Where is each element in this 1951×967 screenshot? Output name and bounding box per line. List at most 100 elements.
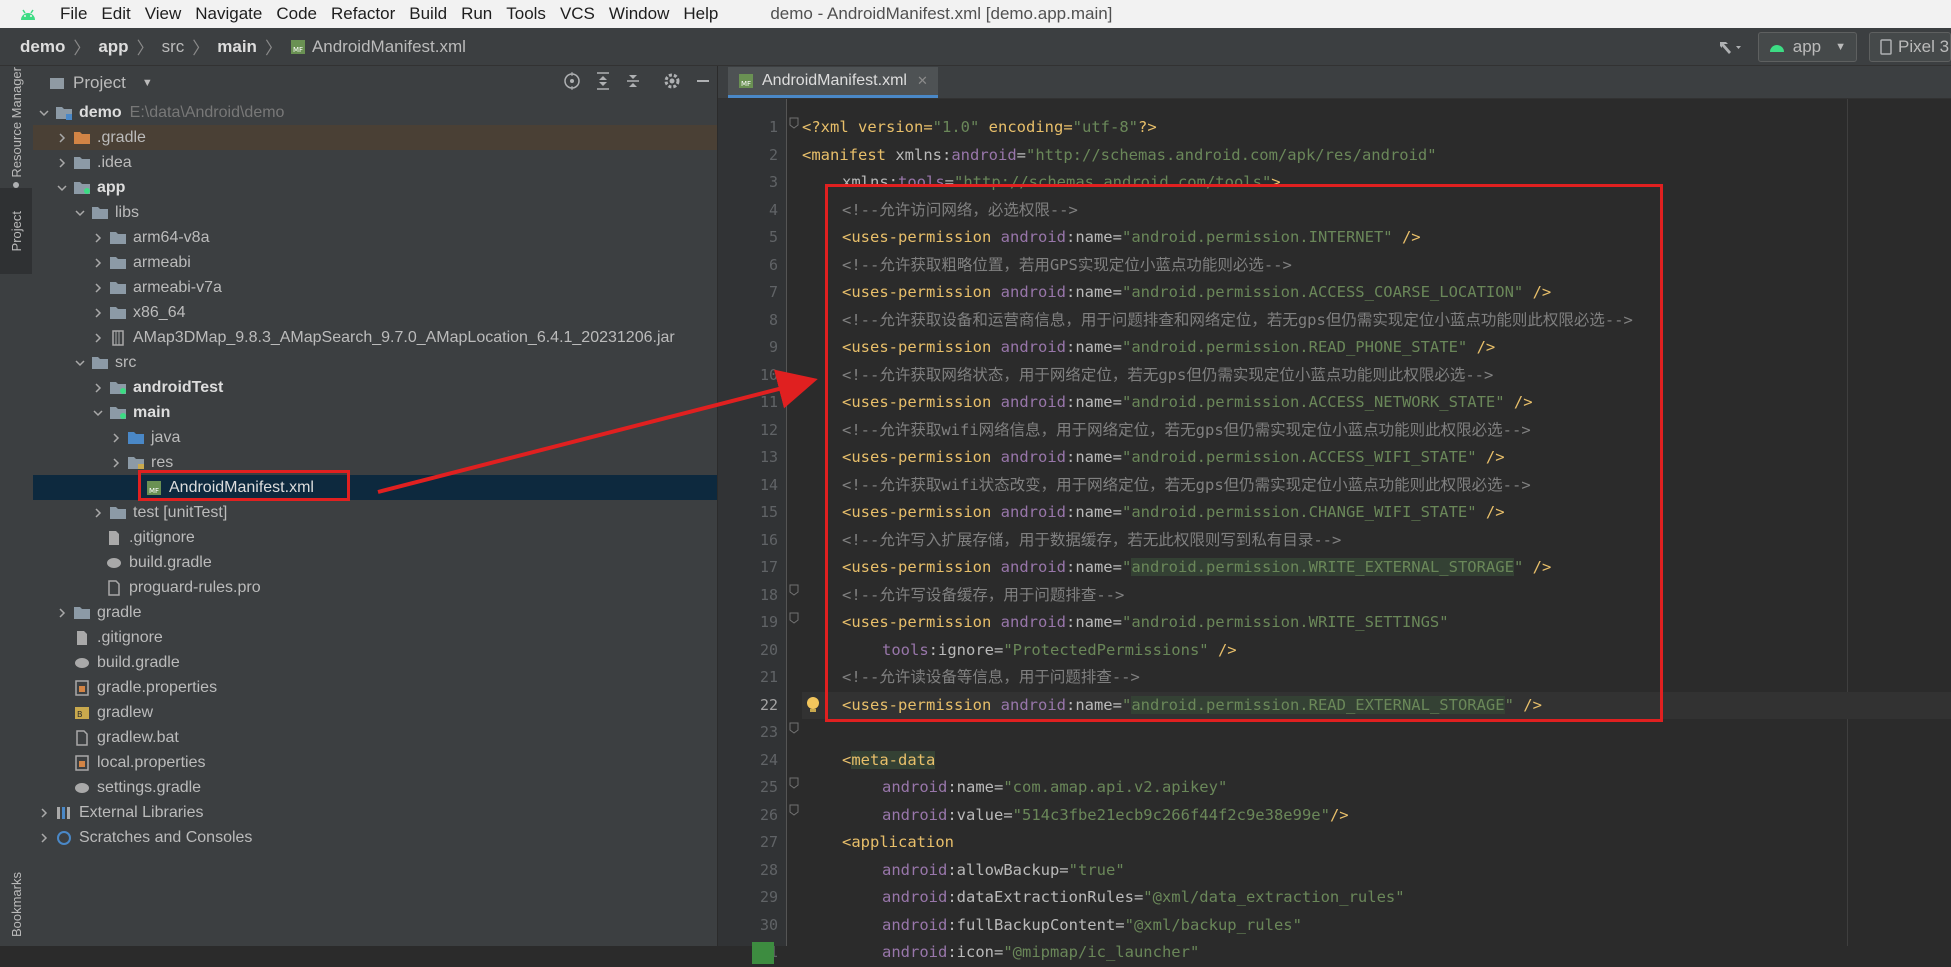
tree-item[interactable]: Scratches and Consoles (33, 825, 717, 850)
tree-item[interactable]: libs (33, 200, 717, 225)
chevron-down-icon[interactable] (37, 106, 51, 120)
menu-help[interactable]: Help (683, 4, 718, 24)
chevron-down-icon[interactable] (73, 206, 87, 220)
tree-item[interactable]: Bgradlew (33, 700, 717, 725)
chevron-right-icon[interactable] (37, 831, 51, 845)
code-line[interactable]: android:name="com.amap.api.v2.apikey" (802, 774, 1951, 802)
fold-marker-icon[interactable] (786, 582, 802, 598)
code-line[interactable]: <application (802, 829, 1951, 857)
breadcrumb-app[interactable]: app (98, 37, 128, 57)
close-icon[interactable]: ✕ (917, 73, 928, 89)
project-tool-tab[interactable]: Project (0, 188, 32, 274)
chevron-right-icon[interactable] (91, 256, 105, 270)
tree-item[interactable]: x86_64 (33, 300, 717, 325)
breadcrumb-src[interactable]: src (162, 37, 185, 57)
code-line[interactable]: <?xml version="1.0" encoding="utf-8"?> (802, 114, 1951, 142)
menu-run[interactable]: Run (461, 4, 492, 24)
bookmarks-tab[interactable]: Bookmarks (0, 864, 32, 946)
tree-item[interactable]: src (33, 350, 717, 375)
intention-bulb-icon[interactable] (806, 696, 822, 716)
gear-icon[interactable] (663, 72, 681, 95)
breadcrumb-demo[interactable]: demo (20, 37, 65, 57)
chevron-right-icon[interactable] (55, 131, 69, 145)
tree-item[interactable]: settings.gradle (33, 775, 717, 800)
chevron-right-icon[interactable] (91, 281, 105, 295)
fold-marker-icon[interactable] (786, 720, 802, 736)
tree-item[interactable]: androidTest (33, 375, 717, 400)
fold-marker-icon[interactable] (786, 775, 802, 791)
tree-item[interactable]: app (33, 175, 717, 200)
tree-item[interactable]: build.gradle (33, 650, 717, 675)
code-line[interactable]: android:value="514c3fbe21ecb9c266f44f2c9… (802, 802, 1951, 830)
tree-item[interactable]: java (33, 425, 717, 450)
code-line[interactable] (802, 719, 1951, 747)
breadcrumb-file[interactable]: AndroidManifest.xml (312, 37, 466, 57)
menu-vcs[interactable]: VCS (560, 4, 595, 24)
breadcrumb-main[interactable]: main (217, 37, 257, 57)
tree-item[interactable]: gradle (33, 600, 717, 625)
menu-tools[interactable]: Tools (506, 4, 546, 24)
expand-all-icon[interactable] (595, 71, 611, 95)
menu-build[interactable]: Build (409, 4, 447, 24)
tree-item[interactable]: armeabi (33, 250, 717, 275)
tab-android-manifest[interactable]: MF AndroidManifest.xml ✕ (728, 67, 938, 98)
tree-item[interactable]: build.gradle (33, 550, 717, 575)
chevron-down-icon[interactable] (55, 181, 69, 195)
tree-item[interactable]: res (33, 450, 717, 475)
menu-code[interactable]: Code (276, 4, 317, 24)
menu-view[interactable]: View (145, 4, 182, 24)
chevron-down-icon[interactable]: ▼ (142, 77, 153, 89)
hide-panel-icon[interactable] (695, 72, 711, 95)
tree-item-android-manifest[interactable]: MF AndroidManifest.xml (33, 475, 717, 500)
menu-edit[interactable]: Edit (101, 4, 130, 24)
code-line[interactable]: android:icon="@mipmap/ic_launcher" (802, 939, 1951, 967)
tree-item[interactable]: .gitignore (33, 625, 717, 650)
chevron-right-icon[interactable] (109, 456, 123, 470)
fold-marker-icon[interactable] (786, 115, 802, 131)
android-app-gutter-icon[interactable] (752, 942, 774, 964)
tree-item[interactable]: main (33, 400, 717, 425)
tree-item[interactable]: .gitignore (33, 525, 717, 550)
tree-item[interactable]: proguard-rules.pro (33, 575, 717, 600)
make-project-hammer-icon[interactable] (1710, 33, 1750, 61)
tree-item[interactable]: armeabi-v7a (33, 275, 717, 300)
code-line[interactable]: android:dataExtractionRules="@xml/data_e… (802, 884, 1951, 912)
chevron-right-icon[interactable] (37, 806, 51, 820)
project-view-selector[interactable]: Project (73, 73, 126, 93)
tree-item[interactable]: demo E:\data\Android\demo (33, 100, 717, 125)
tree-item[interactable]: AMap3DMap_9.8.3_AMapSearch_9.7.0_AMapLoc… (33, 325, 717, 350)
tree-item[interactable]: arm64-v8a (33, 225, 717, 250)
menu-refactor[interactable]: Refactor (331, 4, 395, 24)
run-configuration-selector[interactable]: app ▼ (1757, 31, 1857, 62)
fold-marker-icon[interactable] (786, 802, 802, 818)
chevron-down-icon[interactable] (73, 356, 87, 370)
tree-item[interactable]: gradlew.bat (33, 725, 717, 750)
tree-item[interactable]: gradle.properties (33, 675, 717, 700)
code-line[interactable]: <manifest xmlns:android="http://schemas.… (802, 142, 1951, 170)
select-opened-file-icon[interactable] (563, 71, 581, 95)
chevron-right-icon[interactable] (91, 381, 105, 395)
chevron-right-icon[interactable] (91, 231, 105, 245)
chevron-right-icon[interactable] (91, 331, 105, 345)
tree-item[interactable]: .idea (33, 150, 717, 175)
chevron-right-icon[interactable] (91, 506, 105, 520)
collapse-all-icon[interactable] (625, 72, 641, 95)
chevron-down-icon[interactable] (91, 406, 105, 420)
tree-item[interactable]: local.properties (33, 750, 717, 775)
menu-file[interactable]: File (60, 4, 87, 24)
device-selector[interactable]: Pixel 3 (1869, 31, 1951, 62)
code-line[interactable]: <meta-data (802, 747, 1951, 775)
chevron-right-icon[interactable] (91, 306, 105, 320)
menu-navigate[interactable]: Navigate (195, 4, 262, 24)
tree-item[interactable]: test [unitTest] (33, 500, 717, 525)
resource-manager-tab[interactable]: Resource Manager (0, 66, 32, 178)
fold-marker-icon[interactable] (786, 610, 802, 626)
code-line[interactable]: android:allowBackup="true" (802, 857, 1951, 885)
chevron-right-icon[interactable] (109, 431, 123, 445)
chevron-right-icon[interactable] (55, 156, 69, 170)
chevron-right-icon[interactable] (55, 606, 69, 620)
tree-item[interactable]: .gradle (33, 125, 717, 150)
menu-window[interactable]: Window (609, 4, 669, 24)
tree-item[interactable]: External Libraries (33, 800, 717, 825)
code-line[interactable]: android:fullBackupContent="@xml/backup_r… (802, 912, 1951, 940)
